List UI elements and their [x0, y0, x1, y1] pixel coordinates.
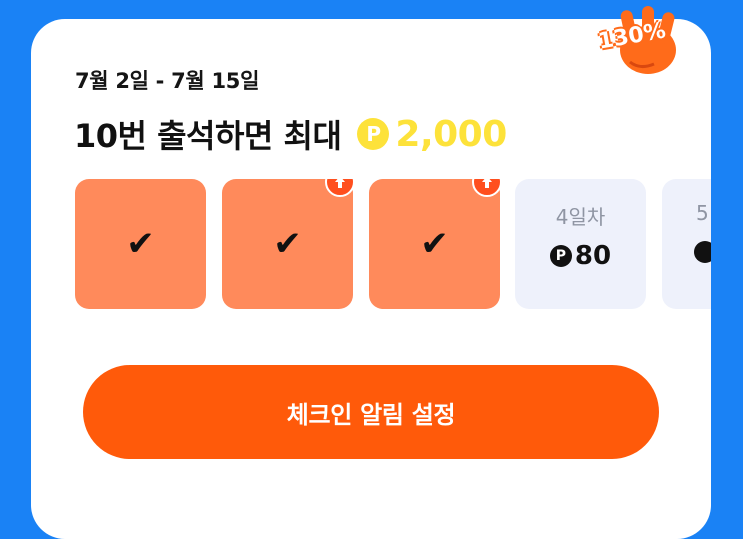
day-reward: [662, 241, 711, 263]
day-2-checked: ✔: [222, 179, 355, 309]
point-coin-icon: [694, 241, 711, 263]
day-reward: P 80: [515, 241, 646, 271]
day-reward-amount: 80: [574, 241, 612, 271]
day-3-checked: ✔: [369, 179, 502, 309]
bonus-badge: 130%: [596, 4, 690, 76]
point-coin-icon: P: [549, 245, 572, 267]
day-label: 4일차: [555, 205, 606, 229]
day-5-upcoming: 5: [662, 179, 711, 309]
boost-arrow-icon: [472, 179, 502, 197]
boost-arrow-icon: [325, 179, 355, 197]
attendance-card: 7월 2일 - 7월 15일 10번 출석하면 최대 P 2,000 ✔ ✔ ✔…: [31, 19, 711, 539]
event-period: 7월 2일 - 7월 15일: [75, 69, 260, 93]
check-icon: ✔: [273, 224, 302, 264]
point-coin-icon: P: [357, 118, 390, 150]
day-4-upcoming: 4일차 P 80: [515, 179, 646, 309]
day-1-checked: ✔: [75, 179, 206, 309]
max-reward-amount: 2,000: [395, 113, 507, 155]
checkin-reminder-button[interactable]: 체크인 알림 설정: [83, 365, 659, 459]
day-label: 5: [696, 201, 709, 225]
check-icon: ✔: [126, 224, 155, 264]
check-icon: ✔: [420, 224, 449, 264]
headline: 10번 출석하면 최대 P 2,000: [74, 111, 507, 157]
day-tiles: ✔ ✔ ✔ 4일차 P 80 5: [75, 179, 711, 309]
headline-text: 10번 출석하면 최대: [74, 117, 342, 155]
